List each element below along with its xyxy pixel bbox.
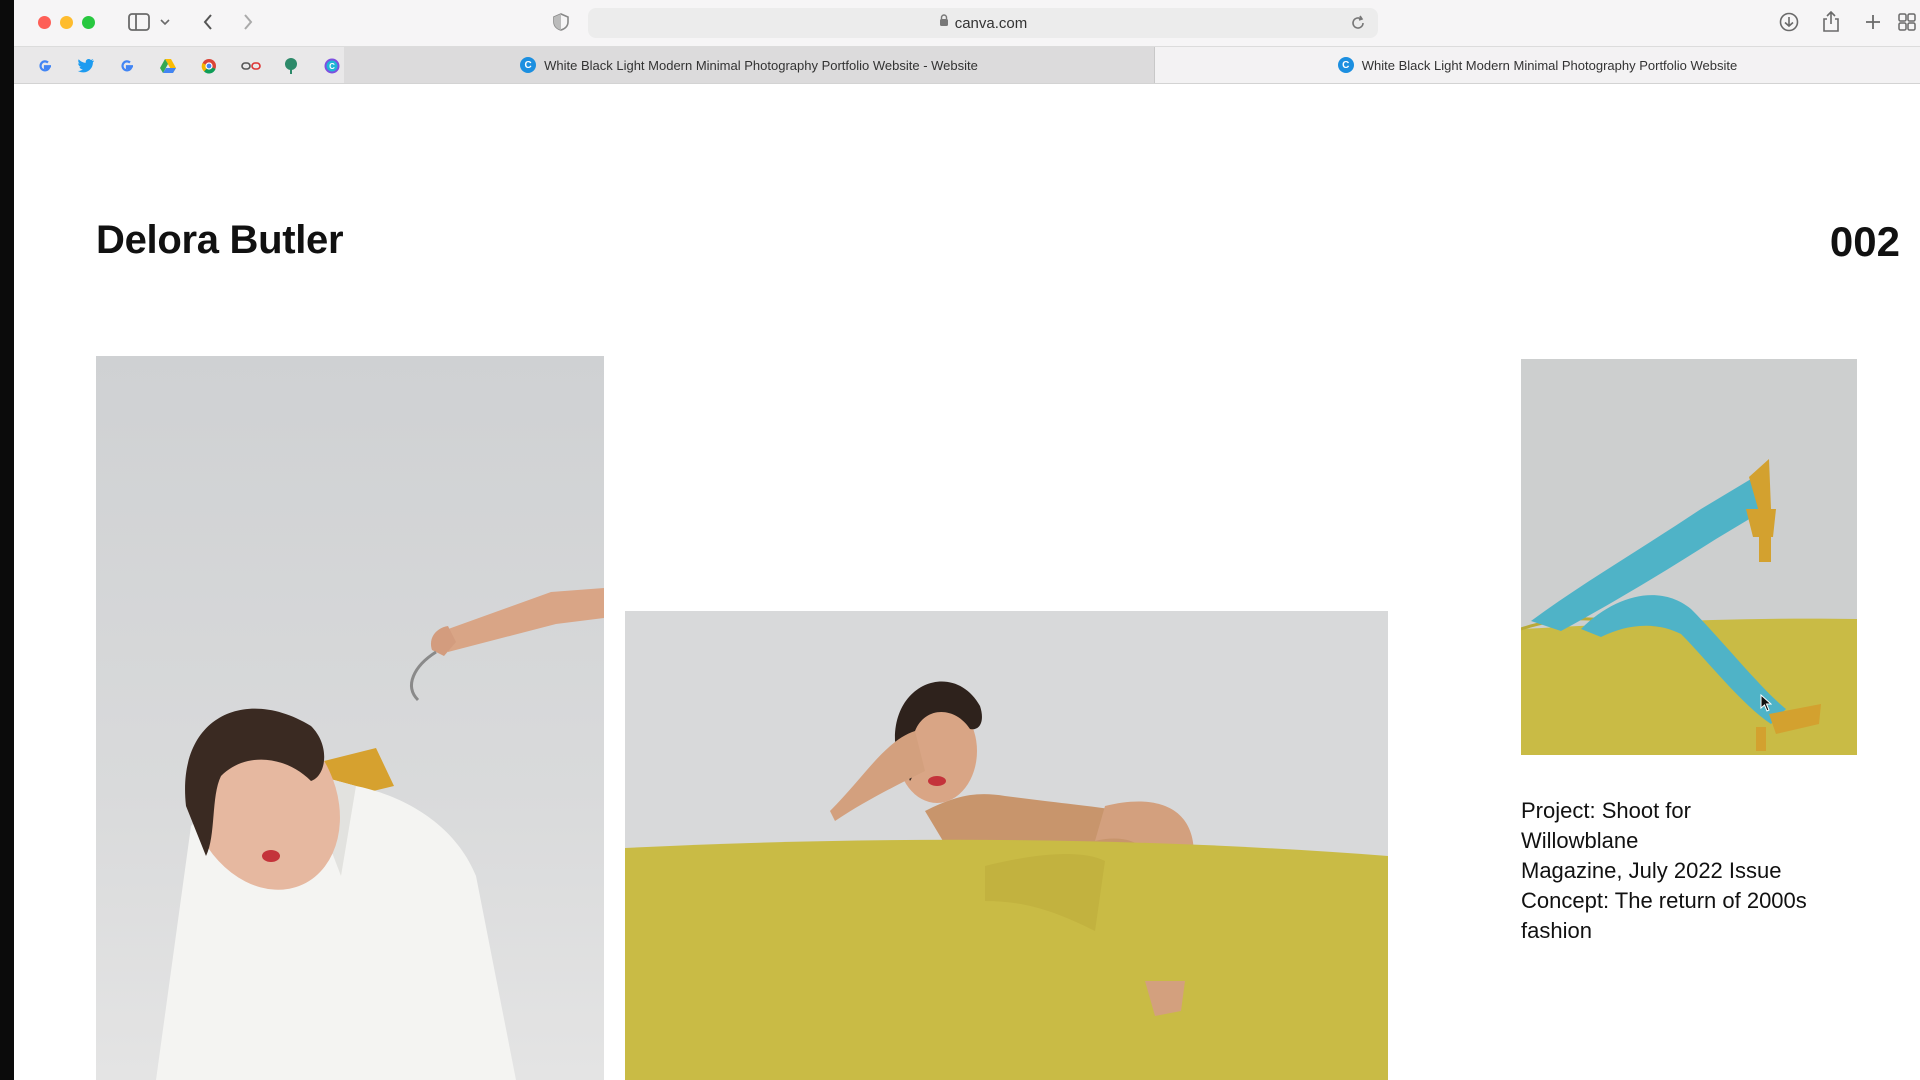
canva-icon: C	[1337, 57, 1354, 73]
photo-couch	[625, 611, 1388, 1080]
shield-icon[interactable]	[550, 10, 572, 34]
download-icon[interactable]	[1778, 10, 1800, 34]
tab-website-preview[interactable]: C White Black Light Modern Minimal Photo…	[1155, 47, 1920, 83]
google-icon[interactable]	[118, 57, 136, 75]
google-icon[interactable]	[36, 57, 54, 75]
browser-toolbar: canva.com	[14, 0, 1920, 46]
url-text: canva.com	[954, 14, 1028, 32]
caption-line: Willowblane	[1521, 828, 1639, 853]
chevron-down-icon[interactable]	[158, 10, 172, 34]
twitter-icon[interactable]	[77, 57, 95, 75]
drive-icon[interactable]	[159, 57, 177, 75]
svg-text:C: C	[329, 62, 335, 71]
project-caption: Project: Shoot for Willowblane Magazine,…	[1521, 796, 1851, 946]
sidebar-toggle-icon[interactable]	[126, 10, 152, 34]
canva-icon: C	[520, 57, 537, 73]
photo-heels	[1521, 359, 1857, 755]
minimize-window-button[interactable]	[60, 16, 73, 29]
link-icon[interactable]	[241, 57, 261, 75]
lock-icon	[939, 14, 949, 32]
caption-line: Project: Shoot for	[1521, 798, 1691, 823]
tab-label: White Black Light Modern Minimal Photogr…	[544, 57, 978, 73]
mouse-cursor-icon	[1760, 693, 1773, 717]
browser-window: canva.com C C White Black Light Modern M…	[14, 0, 1920, 1080]
brand-name: Delora Butler	[96, 218, 344, 262]
tree-icon[interactable]	[282, 57, 300, 75]
photo-hanger	[96, 356, 604, 1080]
tab-overview-icon[interactable]	[1896, 10, 1918, 34]
forward-icon[interactable]	[238, 10, 258, 34]
page-number: 002	[1829, 218, 1900, 265]
caption-line: Concept: The return of 2000s	[1521, 888, 1807, 913]
page-content: Delora Butler 002 Project: Shoot for Wil…	[14, 84, 1920, 1080]
address-bar[interactable]: canva.com	[588, 8, 1378, 38]
caption-line: Magazine, July 2022 Issue	[1521, 858, 1782, 883]
maximize-window-button[interactable]	[82, 16, 95, 29]
canva-icon[interactable]: C	[323, 57, 341, 75]
close-window-button[interactable]	[38, 16, 51, 29]
reload-icon[interactable]	[1350, 15, 1366, 36]
chrome-icon[interactable]	[200, 57, 218, 75]
share-icon[interactable]	[1820, 10, 1842, 34]
new-tab-icon[interactable]	[1862, 10, 1884, 34]
caption-line: fashion	[1521, 918, 1592, 943]
tab-bar: C C White Black Light Modern Minimal Pho…	[14, 46, 1920, 84]
tab-label: White Black Light Modern Minimal Photogr…	[1361, 57, 1738, 73]
back-icon[interactable]	[198, 10, 218, 34]
tab-website-editor[interactable]: C White Black Light Modern Minimal Photo…	[344, 47, 1155, 83]
